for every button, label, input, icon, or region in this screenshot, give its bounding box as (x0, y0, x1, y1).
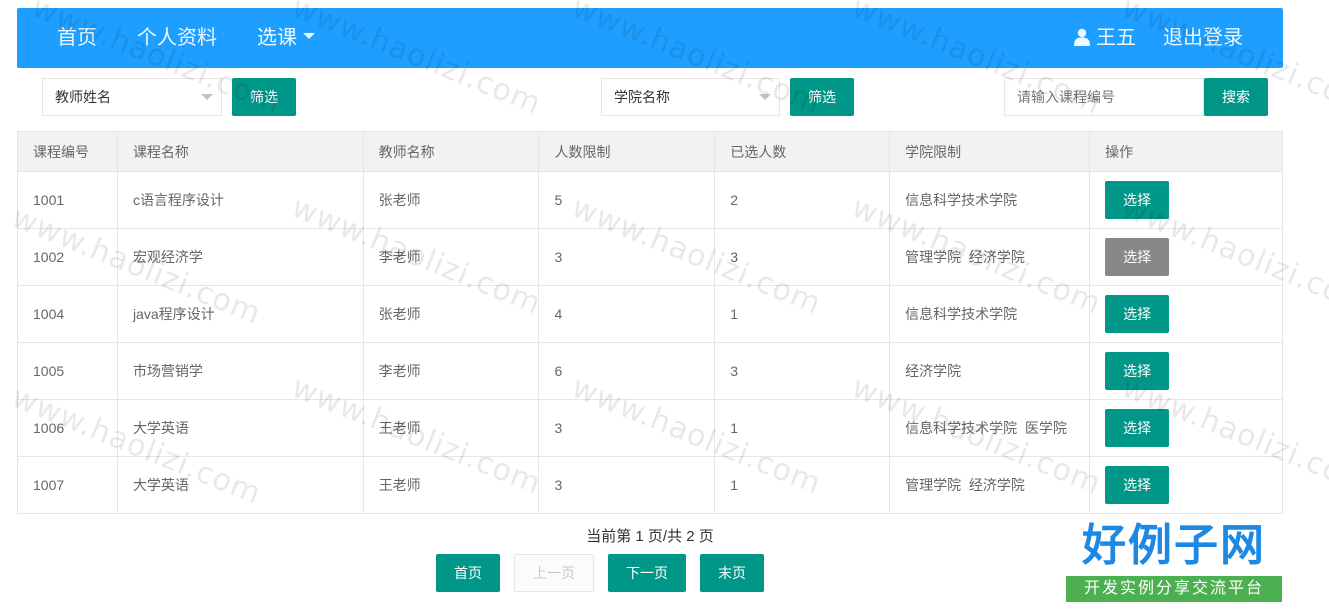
select-course-button[interactable]: 选择 (1105, 466, 1170, 504)
site-logo: 好例子网 开发实例分享交流平台 (1066, 518, 1282, 604)
search-button[interactable]: 搜索 (1204, 78, 1268, 116)
cell-enrolled: 3 (714, 228, 891, 286)
cell-course-name: c语言程序设计 (116, 171, 364, 229)
cell-enrolled: 1 (714, 399, 891, 457)
nav-home[interactable]: 首页 (57, 8, 97, 68)
cell-action: 选择 (1089, 228, 1283, 286)
first-page-button[interactable]: 首页 (436, 554, 500, 592)
cell-teacher: 王老师 (362, 399, 540, 457)
cell-course-id: 1005 (17, 342, 118, 400)
cell-action: 选择 (1089, 171, 1283, 229)
cell-college: 管理学院 经济学院 (889, 456, 1091, 514)
cell-capacity: 6 (538, 342, 716, 400)
cell-college: 经济学院 (889, 342, 1091, 400)
select-course-button[interactable]: 选择 (1105, 409, 1170, 447)
nav-profile[interactable]: 个人资料 (137, 8, 217, 68)
header-action: 操作 (1089, 131, 1283, 172)
cell-teacher: 张老师 (362, 171, 540, 229)
cell-teacher: 李老师 (362, 228, 540, 286)
header-course-id: 课程编号 (17, 131, 118, 172)
table-row: 1007 大学英语 王老师 3 1 管理学院 经济学院 选择 (17, 456, 1283, 514)
cell-action: 选择 (1089, 285, 1283, 343)
table-row: 1004 java程序设计 张老师 4 1 信息科学技术学院 选择 (17, 285, 1283, 343)
table-row: 1006 大学英语 王老师 3 1 信息科学技术学院 医学院 选择 (17, 399, 1283, 457)
logo-subtitle: 开发实例分享交流平台 (1066, 576, 1282, 602)
cell-capacity: 4 (538, 285, 716, 343)
cell-enrolled: 2 (714, 171, 891, 229)
cell-teacher: 王老师 (362, 456, 540, 514)
course-table: 课程编号 课程名称 教师名称 人数限制 已选人数 学院限制 操作 1001 c语… (17, 131, 1283, 514)
prev-page-button[interactable]: 上一页 (514, 554, 594, 592)
cell-capacity: 3 (538, 399, 716, 457)
top-navbar: 首页 个人资料 选课 王五 退出登录 (17, 8, 1283, 68)
cell-teacher: 张老师 (362, 285, 540, 343)
logo-title: 好例子网 (1082, 520, 1266, 571)
table-row: 1001 c语言程序设计 张老师 5 2 信息科学技术学院 选择 (17, 171, 1283, 229)
header-college-limit: 学院限制 (889, 131, 1091, 172)
cell-college: 信息科学技术学院 (889, 285, 1091, 343)
chevron-down-icon (759, 94, 771, 100)
teacher-filter-button[interactable]: 筛选 (232, 78, 296, 116)
cell-capacity: 3 (538, 228, 716, 286)
cell-college: 管理学院 经济学院 (889, 228, 1091, 286)
table-row: 1002 宏观经济学 李老师 3 3 管理学院 经济学院 选择 (17, 228, 1283, 286)
table-header-row: 课程编号 课程名称 教师名称 人数限制 已选人数 学院限制 操作 (17, 131, 1283, 172)
cell-course-id: 1004 (17, 285, 118, 343)
cell-course-id: 1002 (17, 228, 118, 286)
cell-action: 选择 (1089, 342, 1283, 400)
cell-college: 信息科学技术学院 (889, 171, 1091, 229)
cell-course-id: 1007 (17, 456, 118, 514)
cell-course-id: 1006 (17, 399, 118, 457)
chevron-down-icon (201, 94, 213, 100)
last-page-button[interactable]: 末页 (700, 554, 764, 592)
select-course-button[interactable]: 选择 (1105, 352, 1170, 390)
header-course-name: 课程名称 (116, 131, 364, 172)
cell-capacity: 5 (538, 171, 716, 229)
cell-college: 信息科学技术学院 医学院 (889, 399, 1091, 457)
nav-course-select-label: 选课 (257, 27, 297, 49)
nav-logout[interactable]: 退出登录 (1163, 8, 1243, 68)
course-id-search-input[interactable] (1004, 78, 1204, 116)
header-capacity: 人数限制 (538, 131, 716, 172)
cell-course-name: 宏观经济学 (116, 228, 364, 286)
cell-course-name: 大学英语 (116, 456, 364, 514)
header-teacher-name: 教师名称 (362, 131, 540, 172)
cell-enrolled: 3 (714, 342, 891, 400)
select-course-button[interactable]: 选择 (1105, 181, 1170, 219)
cell-course-name: 市场营销学 (116, 342, 364, 400)
table-row: 1005 市场营销学 李老师 6 3 经济学院 选择 (17, 342, 1283, 400)
college-filter-button[interactable]: 筛选 (790, 78, 854, 116)
caret-down-icon (303, 32, 315, 39)
teacher-select[interactable]: 教师姓名 (42, 78, 222, 116)
cell-enrolled: 1 (714, 456, 891, 514)
cell-course-name: 大学英语 (116, 399, 364, 457)
user-name: 王五 (1096, 27, 1136, 49)
cell-action: 选择 (1089, 456, 1283, 514)
nav-user[interactable]: 王五 (1074, 8, 1136, 68)
next-page-button[interactable]: 下一页 (608, 554, 686, 592)
cell-action: 选择 (1089, 399, 1283, 457)
cell-teacher: 李老师 (362, 342, 540, 400)
user-icon (1074, 28, 1090, 46)
college-select-value: 学院名称 (614, 89, 670, 105)
cell-course-id: 1001 (17, 171, 118, 229)
teacher-select-value: 教师姓名 (55, 89, 111, 105)
header-enrolled: 已选人数 (714, 131, 891, 172)
select-course-button-disabled[interactable]: 选择 (1105, 238, 1170, 276)
cell-capacity: 3 (538, 456, 716, 514)
nav-course-select[interactable]: 选课 (257, 8, 315, 68)
select-course-button[interactable]: 选择 (1105, 295, 1170, 333)
cell-enrolled: 1 (714, 285, 891, 343)
cell-course-name: java程序设计 (116, 285, 364, 343)
college-select[interactable]: 学院名称 (601, 78, 780, 116)
